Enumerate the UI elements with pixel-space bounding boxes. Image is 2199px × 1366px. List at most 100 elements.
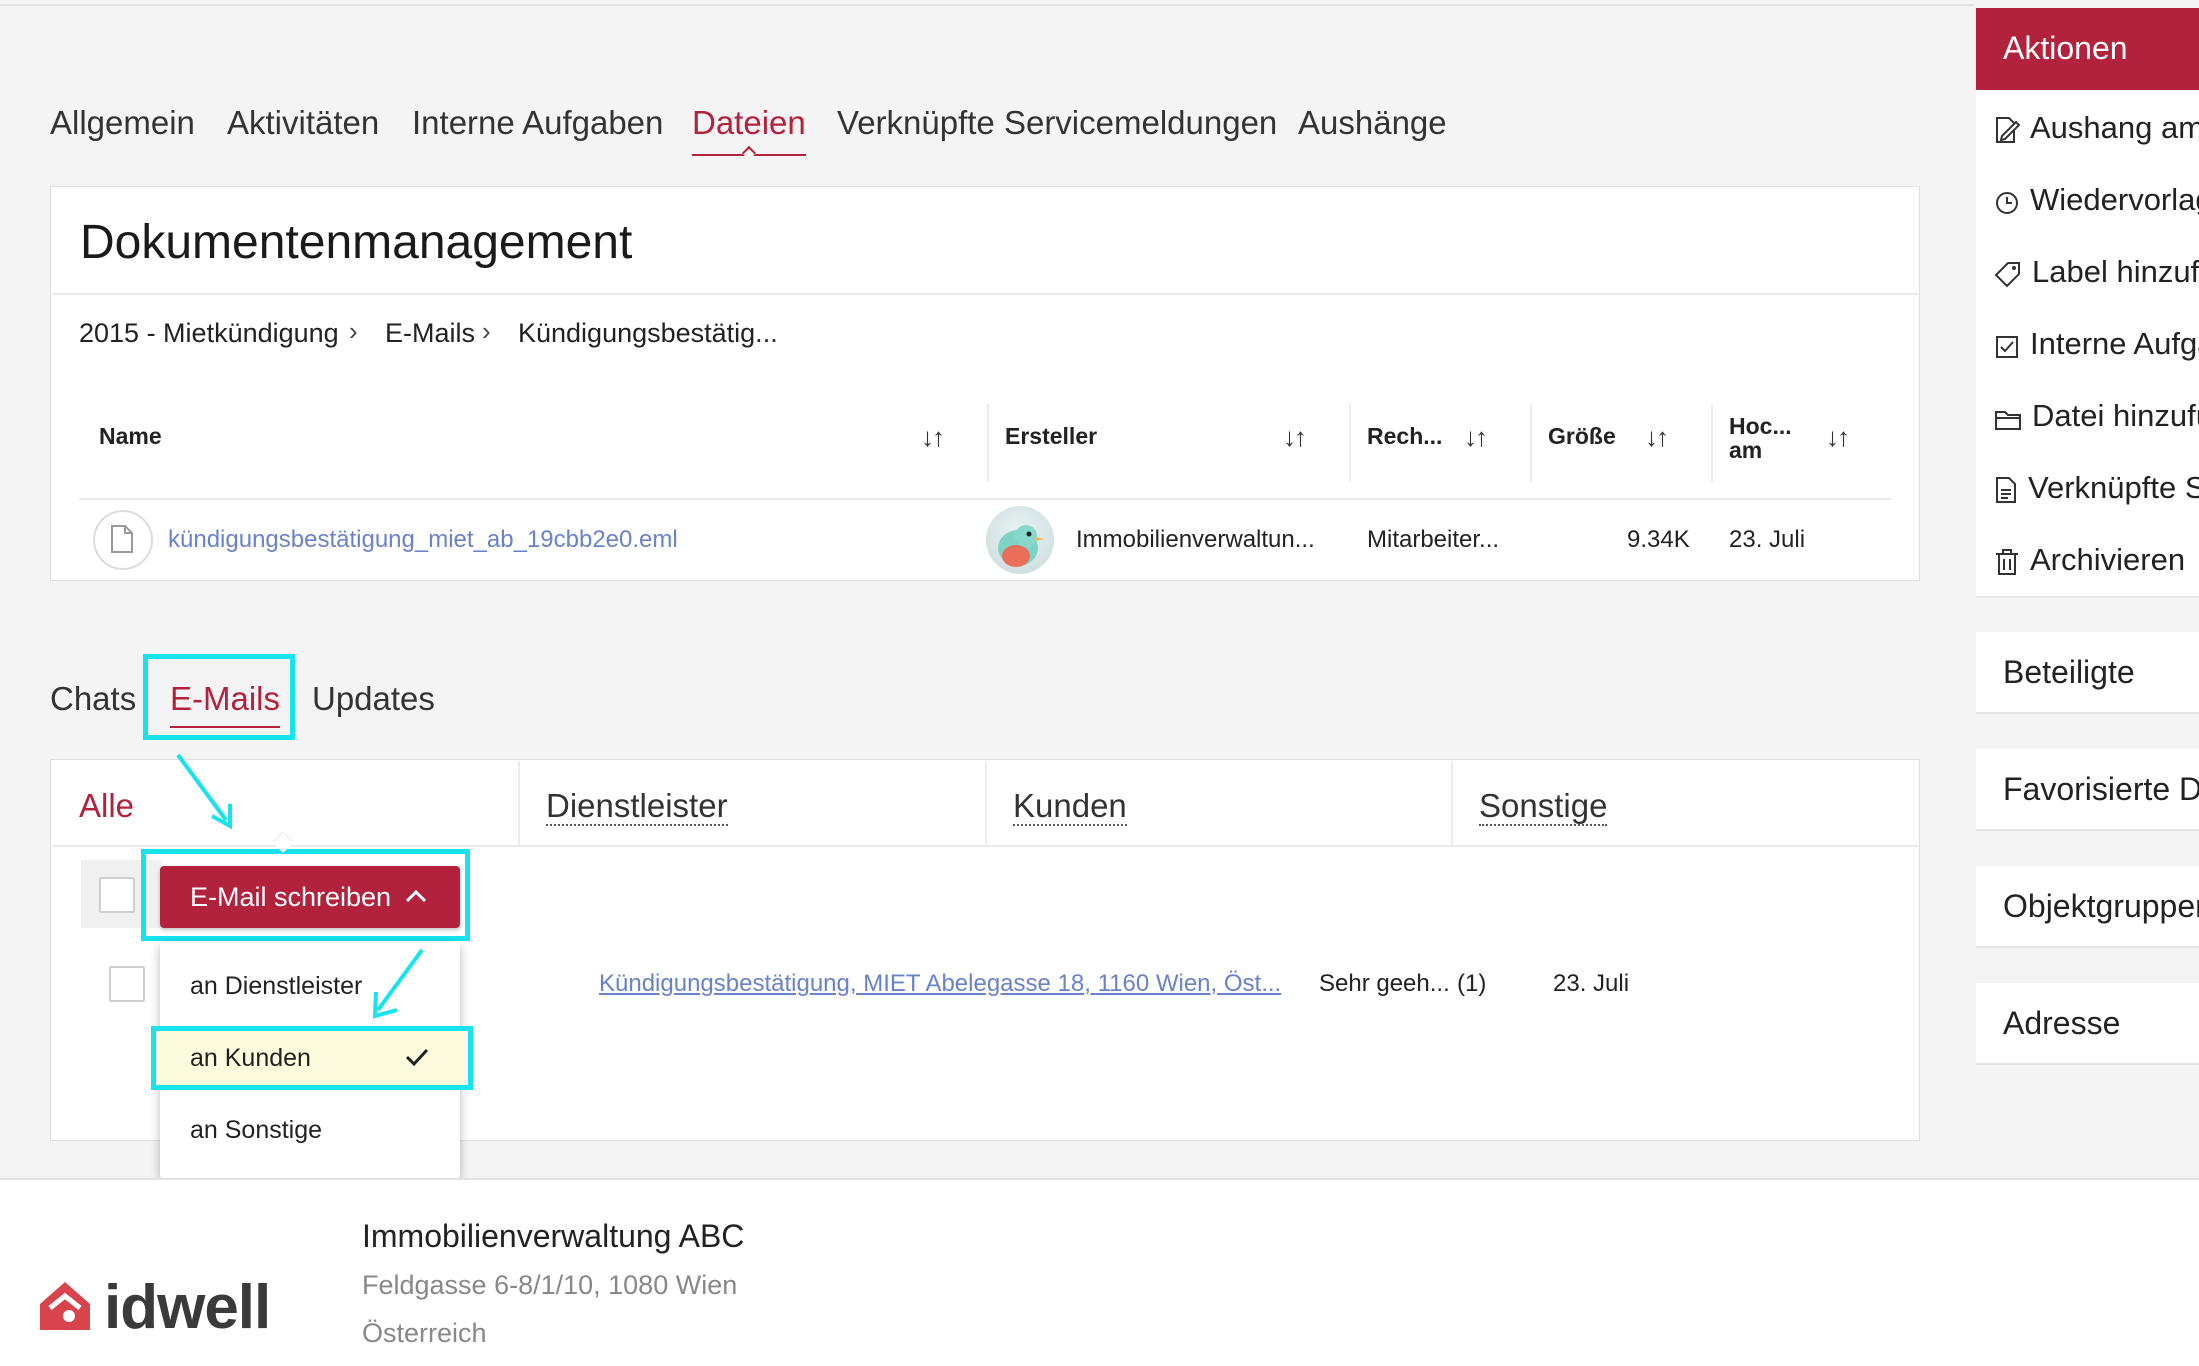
creator-name: Immobilienverwaltun...	[1076, 526, 1315, 553]
filter-separator	[1451, 761, 1453, 845]
email-count: (1)	[1457, 970, 1487, 997]
house-logo-icon	[40, 1282, 90, 1330]
filter-alle[interactable]: Alle	[79, 788, 134, 824]
rights-value: Mitarbeiter...	[1367, 526, 1500, 553]
tab-aktivitaeten[interactable]: Aktivitäten	[227, 104, 379, 142]
email-subject-link[interactable]: Kündigungsbestätigung, MIET Abelegasse 1…	[599, 970, 1281, 998]
document-icon	[1996, 477, 2016, 503]
footer-country: Österreich	[362, 1318, 487, 1348]
filter-sonstige[interactable]: Sonstige	[1479, 788, 1608, 826]
document-management-title: Dokumentenmanagement	[80, 216, 633, 269]
tab-interne-aufgaben[interactable]: Interne Aufgaben	[412, 104, 663, 142]
sort-arrows-icon[interactable]: ↓↑	[1645, 422, 1669, 453]
bird-avatar	[986, 506, 1054, 574]
column-separator	[1349, 404, 1351, 482]
footer-company-name: Immobilienverwaltung ABC	[362, 1218, 745, 1254]
filter-separator	[518, 761, 520, 845]
active-tab-underline	[170, 726, 281, 728]
action-wiedervorlage-label: Wiedervorlag	[2030, 182, 2199, 217]
edit-document-icon	[1996, 117, 2021, 143]
tab-dateien-label: Dateien	[692, 104, 806, 141]
section-adresse[interactable]: Adresse	[1976, 983, 2199, 1065]
action-label[interactable]: Label hinzufü	[1994, 254, 2199, 290]
actions-panel: Aushang am Wiedervorlag Label hinzufü In…	[1976, 90, 2199, 598]
column-separator	[1530, 404, 1532, 482]
footer	[0, 1178, 2199, 1366]
header-divider	[79, 498, 1891, 500]
section-adresse-label: Adresse	[2003, 1005, 2121, 1041]
active-tab-caret	[741, 145, 756, 161]
sort-arrows-icon[interactable]: ↓↑	[1283, 422, 1307, 453]
select-all-checkbox[interactable]	[99, 877, 135, 913]
section-beteiligte[interactable]: Beteiligte	[1976, 632, 2199, 714]
upload-date: 23. Juli	[1729, 526, 1806, 553]
trash-icon	[1996, 549, 2018, 575]
section-objektgruppen[interactable]: Objektgruppen	[1976, 866, 2199, 948]
tab-dateien[interactable]: Dateien	[692, 104, 806, 161]
compose-email-label: E-Mail schreiben	[190, 882, 392, 912]
menu-item-dienstleister[interactable]: an Dienstleister	[190, 972, 362, 1001]
action-archivieren-label: Archivieren	[2030, 542, 2186, 577]
column-header-hochgeladen[interactable]: Hoc... am	[1729, 414, 1799, 462]
file-size: 9.34K	[1627, 526, 1690, 553]
checkbox-icon	[1996, 336, 2018, 358]
filter-kunden[interactable]: Kunden	[1013, 788, 1127, 826]
tag-icon	[1994, 262, 2020, 288]
compose-email-button[interactable]: E-Mail schreiben	[160, 866, 460, 928]
annotation-arrow-icon	[176, 753, 232, 830]
actions-header-label: Aktionen	[2003, 30, 2128, 66]
email-preview: Sehr geeh...	[1319, 970, 1450, 997]
company-logo-text: idwell	[104, 1273, 271, 1342]
action-verknuepfte[interactable]: Verknüpfte S	[1994, 470, 2199, 506]
email-row-checkbox[interactable]	[109, 966, 145, 1002]
chevron-right-icon: ›	[349, 316, 358, 346]
folder-icon	[1995, 411, 2021, 430]
actions-header: Aktionen	[1976, 8, 2199, 90]
chevron-right-icon: ›	[482, 316, 491, 346]
column-header-name[interactable]: Name	[99, 424, 162, 448]
menu-item-sonstige[interactable]: an Sonstige	[190, 1116, 322, 1145]
filter-divider	[52, 845, 1918, 847]
action-interne-aufgabe-label: Interne Aufga	[2030, 326, 2199, 361]
action-aushang[interactable]: Aushang am	[1994, 110, 2199, 146]
action-archivieren[interactable]: Archivieren	[1994, 542, 2185, 578]
action-verknuepfte-label: Verknüpfte S	[2028, 470, 2199, 505]
action-wiedervorlage[interactable]: Wiedervorlag	[1994, 182, 2199, 218]
section-beteiligte-label: Beteiligte	[2003, 654, 2135, 690]
breadcrumb-item-3: Kündigungsbestätig...	[518, 318, 778, 348]
tab-emails[interactable]: E-Mails	[170, 680, 281, 728]
tab-verknuepfte-servicemeldungen[interactable]: Verknüpfte Servicemeldungen	[837, 104, 1277, 142]
sort-arrows-icon[interactable]: ↓↑	[921, 422, 945, 453]
column-separator	[987, 404, 989, 482]
column-header-ersteller[interactable]: Ersteller	[1005, 424, 1097, 448]
tab-allgemein[interactable]: Allgemein	[50, 104, 195, 142]
email-date: 23. Juli	[1553, 970, 1630, 997]
breadcrumb-item-1[interactable]: 2015 - Mietkündigung	[79, 318, 339, 349]
footer-address: Feldgasse 6-8/1/10, 1080 Wien	[362, 1270, 738, 1300]
filter-separator	[985, 761, 987, 845]
annotation-arrow-icon	[372, 948, 424, 1019]
action-datei[interactable]: Datei hinzufü	[1994, 398, 2199, 434]
top-divider	[0, 4, 1975, 6]
column-header-groesse[interactable]: Größe	[1548, 424, 1616, 448]
tab-emails-label: E-Mails	[170, 680, 281, 717]
action-datei-label: Datei hinzufü	[2032, 398, 2199, 433]
sort-arrows-icon[interactable]: ↓↑	[1464, 422, 1488, 453]
section-favorisierte-label: Favorisierte D	[2003, 771, 2199, 807]
tab-updates[interactable]: Updates	[312, 680, 435, 718]
tab-aushaenge[interactable]: Aushänge	[1298, 104, 1447, 142]
action-interne-aufgabe[interactable]: Interne Aufga	[1994, 326, 2199, 362]
action-aushang-label: Aushang am	[2030, 110, 2199, 145]
file-name-link[interactable]: kündigungsbestätigung_miet_ab_19cbb2e0.e…	[168, 526, 678, 554]
section-favorisierte[interactable]: Favorisierte D	[1976, 749, 2199, 831]
filter-dienstleister[interactable]: Dienstleister	[546, 788, 728, 826]
column-header-rechte[interactable]: Rech...	[1367, 424, 1442, 448]
column-separator	[1711, 404, 1713, 482]
sort-arrows-icon[interactable]: ↓↑	[1826, 422, 1850, 453]
file-icon	[93, 510, 153, 570]
title-divider	[52, 293, 1918, 295]
section-objektgruppen-label: Objektgruppen	[2003, 888, 2199, 924]
breadcrumb-item-2[interactable]: E-Mails	[385, 318, 475, 349]
chevron-up-icon	[405, 889, 427, 903]
tab-chats[interactable]: Chats	[50, 680, 136, 718]
